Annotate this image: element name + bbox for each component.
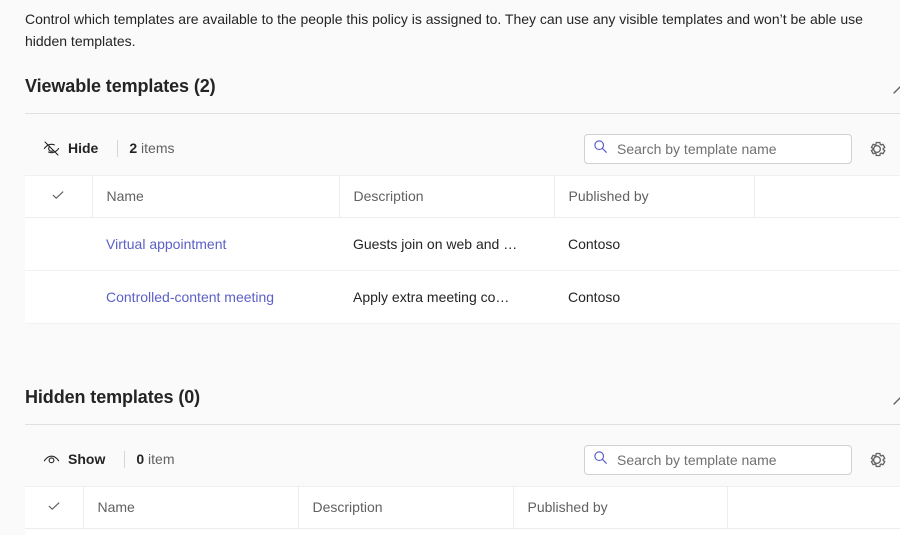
hidden-table-header-row: Name Description Published by: [25, 486, 900, 529]
show-button[interactable]: Show: [34, 444, 113, 474]
viewable-col-filler: [754, 175, 900, 218]
show-button-label: Show: [68, 449, 105, 469]
row-description-cell: Guests join on web and …: [339, 218, 554, 271]
viewable-toolbar: Hide 2 items: [25, 121, 900, 176]
section-header-viewable: Viewable templates (2): [25, 72, 900, 114]
toolbar-separator: [117, 140, 118, 157]
hidden-col-published-by-label: Published by: [514, 499, 608, 515]
row-filler-cell: [754, 218, 900, 271]
eye-off-icon: [42, 139, 61, 158]
templates-policy-page: Control which templates are available to…: [0, 0, 900, 535]
table-row[interactable]: Controlled-content meeting Apply extra m…: [25, 271, 900, 324]
viewable-item-count-number: 2: [129, 140, 137, 156]
hide-button[interactable]: Hide: [34, 133, 106, 163]
viewable-col-description-label: Description: [340, 188, 424, 204]
search-icon: [593, 450, 608, 470]
eye-icon: [42, 450, 61, 469]
row-published-by-cell: Contoso: [554, 271, 754, 324]
hidden-templates-table: Name Description Published by: [25, 486, 900, 529]
viewable-col-name-label: Name: [93, 188, 144, 204]
row-name-cell: Controlled-content meeting: [92, 271, 339, 324]
viewable-templates-table: Name Description Published by Virtual ap…: [25, 175, 900, 324]
select-all-cell[interactable]: [25, 486, 83, 529]
page-description: Control which templates are available to…: [25, 8, 877, 52]
hidden-settings-button[interactable]: [864, 447, 890, 473]
hidden-item-count-number: 0: [136, 451, 144, 467]
hide-button-label: Hide: [68, 138, 98, 158]
viewable-settings-button[interactable]: [864, 136, 890, 162]
row-checkbox-cell[interactable]: [25, 218, 92, 271]
checkmark-icon: [50, 187, 66, 203]
hidden-search-input[interactable]: [617, 452, 843, 468]
hidden-toolbar-left: Show 0 item: [34, 432, 174, 486]
row-name-cell: Virtual appointment: [92, 218, 339, 271]
collapse-toggle-hidden[interactable]: [884, 385, 900, 417]
search-icon: [593, 139, 608, 159]
viewable-search-input[interactable]: [617, 141, 843, 157]
hidden-search-box[interactable]: [584, 445, 852, 475]
section-header-hidden: Hidden templates (0): [25, 383, 900, 425]
viewable-item-count: 2 items: [129, 140, 174, 156]
viewable-col-published-by[interactable]: Published by: [554, 175, 754, 218]
viewable-col-name[interactable]: Name: [92, 175, 339, 218]
hidden-col-filler: [727, 486, 900, 529]
hidden-col-description[interactable]: Description: [298, 486, 513, 529]
collapse-toggle-viewable[interactable]: [884, 74, 900, 106]
section-divider: [25, 113, 900, 114]
section-divider: [25, 424, 900, 425]
hidden-col-description-label: Description: [299, 499, 383, 515]
hidden-toolbar: Show 0 item: [25, 432, 900, 487]
hidden-item-count: 0 item: [136, 451, 174, 467]
viewable-templates-card: Hide 2 items: [25, 121, 900, 323]
template-name-link[interactable]: Controlled-content meeting: [106, 289, 274, 305]
hidden-templates-card: Show 0 item: [25, 432, 900, 535]
template-name-link[interactable]: Virtual appointment: [106, 236, 226, 252]
toolbar-separator: [124, 451, 125, 468]
viewable-col-published-by-label: Published by: [555, 188, 649, 204]
hidden-item-count-unit: item: [148, 451, 174, 467]
table-row[interactable]: Virtual appointment Guests join on web a…: [25, 218, 900, 271]
section-title-viewable: Viewable templates (2): [25, 72, 216, 100]
viewable-toolbar-left: Hide 2 items: [34, 121, 174, 175]
section-title-hidden: Hidden templates (0): [25, 383, 200, 411]
row-checkbox-cell[interactable]: [25, 271, 92, 324]
viewable-item-count-unit: items: [141, 140, 174, 156]
hidden-col-published-by[interactable]: Published by: [513, 486, 727, 529]
select-all-cell[interactable]: [25, 175, 92, 218]
row-published-by-cell: Contoso: [554, 218, 754, 271]
viewable-col-description[interactable]: Description: [339, 175, 554, 218]
viewable-table-header-row: Name Description Published by: [25, 175, 900, 218]
viewable-search-box[interactable]: [584, 134, 852, 164]
hidden-col-name[interactable]: Name: [83, 486, 298, 529]
checkmark-icon: [46, 498, 62, 514]
row-filler-cell: [754, 271, 900, 324]
row-description-cell: Apply extra meeting co…: [339, 271, 554, 324]
hidden-col-name-label: Name: [84, 499, 135, 515]
